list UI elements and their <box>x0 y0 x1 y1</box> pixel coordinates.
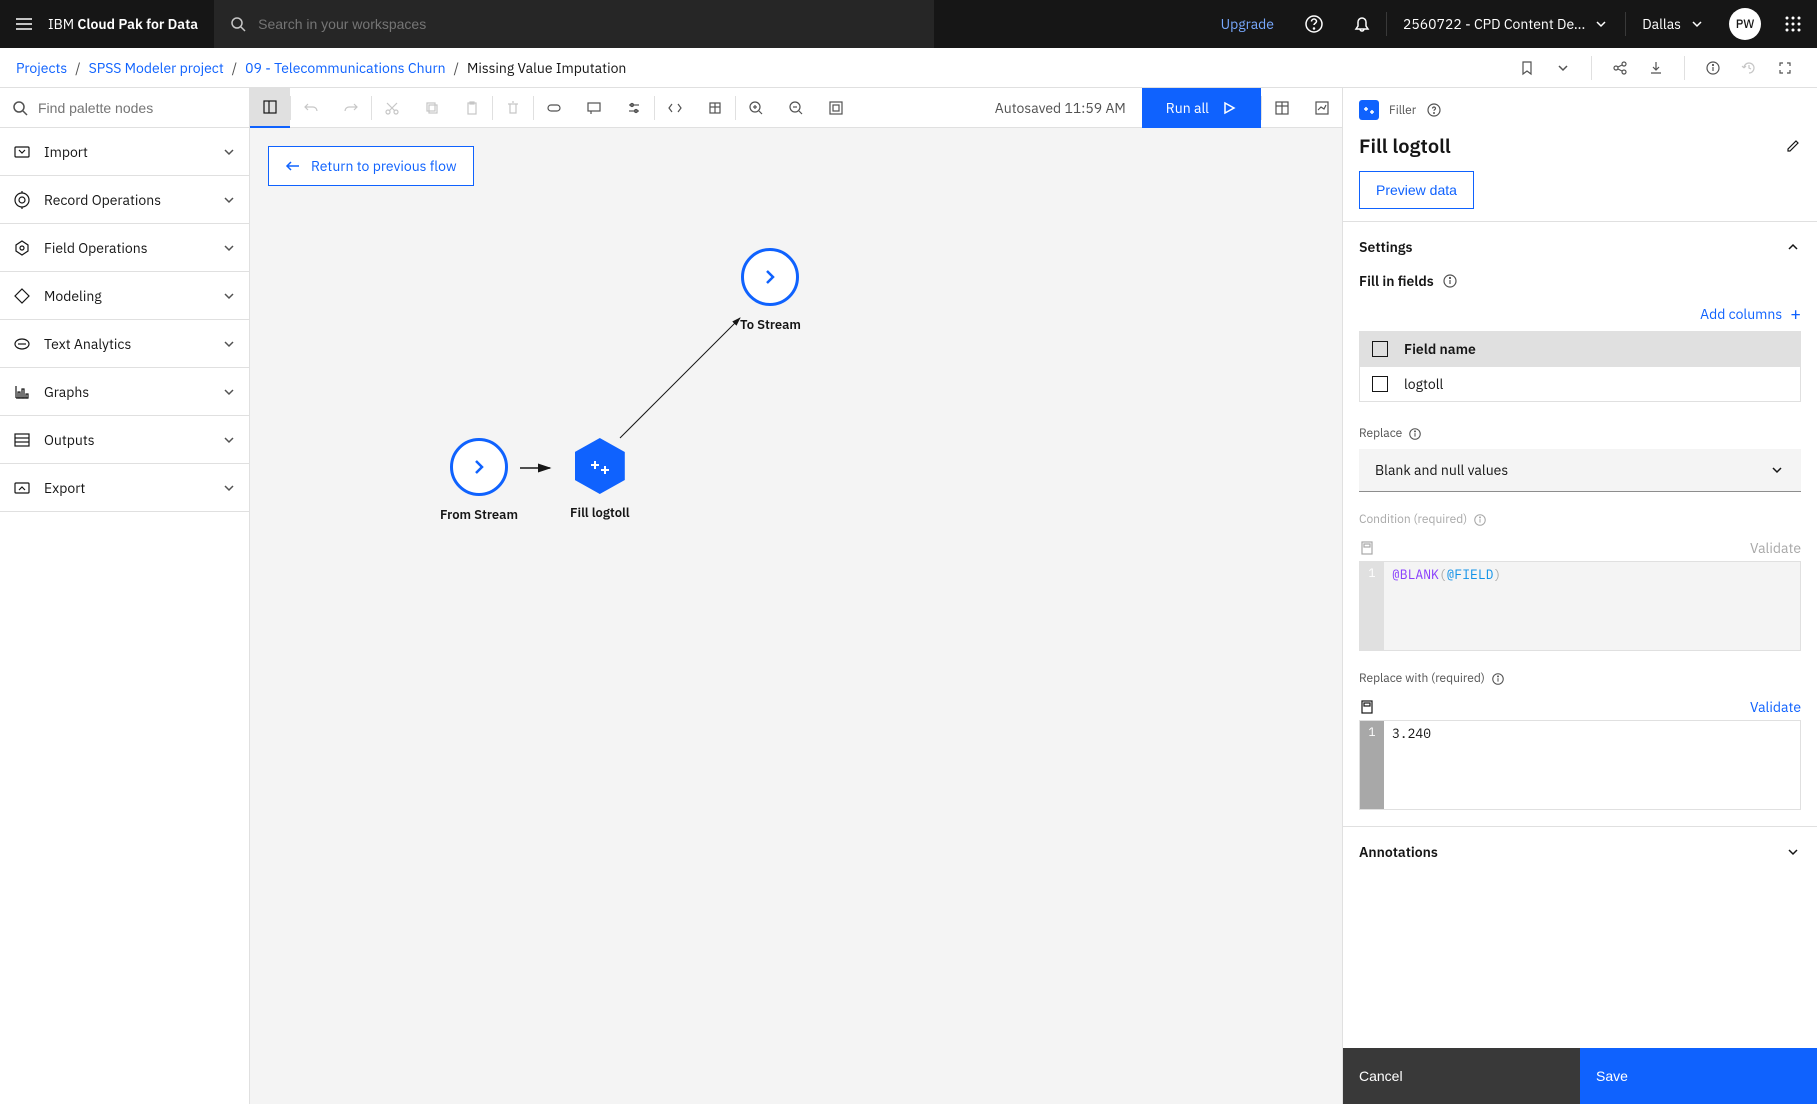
breadcrumb-spss-project[interactable]: SPSS Modeler project <box>89 59 224 77</box>
bookmark-icon[interactable] <box>1511 52 1543 84</box>
info-icon[interactable] <box>1408 427 1422 441</box>
palette-import[interactable]: Import <box>0 128 249 176</box>
palette-graphs[interactable]: Graphs <box>0 368 249 416</box>
menu-icon[interactable] <box>0 0 48 48</box>
help-icon[interactable] <box>1426 102 1442 118</box>
validate-link[interactable]: Validate <box>1750 698 1801 716</box>
palette-text-analytics[interactable]: Text Analytics <box>0 320 249 368</box>
panel-chart-icon[interactable] <box>1302 88 1342 128</box>
save-button[interactable]: Save <box>1580 1048 1817 1104</box>
palette-search[interactable] <box>0 88 249 128</box>
cancel-button[interactable]: Cancel <box>1343 1048 1580 1104</box>
comment-icon[interactable] <box>574 88 614 128</box>
copy-icon[interactable] <box>412 88 452 128</box>
zoom-in-icon[interactable] <box>736 88 776 128</box>
data-icon[interactable] <box>695 88 735 128</box>
supernode-icon[interactable] <box>534 88 574 128</box>
table-row[interactable]: logtoll <box>1360 366 1800 401</box>
palette-search-input[interactable] <box>38 100 237 116</box>
canvas-toolbar: Autosaved 11:59 AM Run all <box>250 88 1342 128</box>
delete-icon[interactable] <box>493 88 533 128</box>
info-icon[interactable] <box>1491 672 1505 686</box>
info-icon[interactable] <box>1697 52 1729 84</box>
palette-outputs[interactable]: Outputs <box>0 416 249 464</box>
calculator-icon <box>1359 540 1375 556</box>
node-type-label: Filler <box>1389 103 1416 118</box>
global-header: IBM Cloud Pak for Data Upgrade 2560722 -… <box>0 0 1817 48</box>
settings-icon[interactable] <box>614 88 654 128</box>
preview-data-button[interactable]: Preview data <box>1359 171 1474 209</box>
filler-badge-icon <box>1359 100 1379 120</box>
fullscreen-icon[interactable] <box>1769 52 1801 84</box>
cut-icon[interactable] <box>372 88 412 128</box>
palette-field-ops[interactable]: Field Operations <box>0 224 249 272</box>
replace-with-editor[interactable]: 1 3.240 <box>1359 720 1801 810</box>
download-icon[interactable] <box>1640 52 1672 84</box>
palette: Import Record Operations Field Operation… <box>0 88 250 1104</box>
info-icon <box>1473 513 1487 527</box>
node-to-stream[interactable]: To Stream <box>740 248 801 333</box>
run-all-button[interactable]: Run all <box>1142 88 1261 128</box>
fit-icon[interactable] <box>816 88 856 128</box>
palette-record-ops[interactable]: Record Operations <box>0 176 249 224</box>
field-name-header: Field name <box>1404 340 1476 358</box>
settings-section-header[interactable]: Settings <box>1359 238 1801 256</box>
history-icon[interactable] <box>1733 52 1765 84</box>
notifications-icon[interactable] <box>1338 0 1386 48</box>
info-icon[interactable] <box>1442 273 1458 289</box>
palette-export[interactable]: Export <box>0 464 249 512</box>
edit-icon[interactable] <box>1785 138 1801 154</box>
palette-toggle-icon[interactable] <box>250 88 290 128</box>
condition-editor: 1 @BLANK(@FIELD) <box>1359 561 1801 651</box>
zoom-out-icon[interactable] <box>776 88 816 128</box>
canvas-area: Autosaved 11:59 AM Run all Return to pre… <box>250 88 1342 1104</box>
redo-icon[interactable] <box>331 88 371 128</box>
breadcrumb: Projects / SPSS Modeler project / 09 - T… <box>0 48 1817 88</box>
node-fill-logtoll[interactable]: Fill logtoll <box>570 438 630 521</box>
breadcrumb-current: Missing Value Imputation <box>467 59 626 77</box>
autosave-status: Autosaved 11:59 AM <box>979 99 1142 117</box>
select-all-checkbox[interactable] <box>1372 341 1388 357</box>
annotations-section-header[interactable]: Annotations <box>1359 843 1801 861</box>
properties-panel: Filler Fill logtoll Preview data Setting… <box>1342 88 1817 1104</box>
share-icon[interactable] <box>1604 52 1636 84</box>
upgrade-link[interactable]: Upgrade <box>1205 15 1290 33</box>
row-checkbox[interactable] <box>1372 376 1388 392</box>
help-icon[interactable] <box>1290 0 1338 48</box>
search-input[interactable] <box>258 16 918 32</box>
paste-icon[interactable] <box>452 88 492 128</box>
validate-link: Validate <box>1750 539 1801 557</box>
breadcrumb-projects[interactable]: Projects <box>16 59 67 77</box>
workspace-menu[interactable]: 2560722 - CPD Content De... <box>1387 15 1625 33</box>
return-button[interactable]: Return to previous flow <box>268 146 474 186</box>
global-search[interactable] <box>214 0 934 48</box>
undo-icon[interactable] <box>291 88 331 128</box>
code-icon[interactable] <box>655 88 695 128</box>
brand: IBM Cloud Pak for Data <box>48 15 214 33</box>
field-table: Field name logtoll <box>1359 331 1801 402</box>
avatar[interactable]: PW <box>1729 8 1761 40</box>
panel-table-icon[interactable] <box>1262 88 1302 128</box>
palette-modeling[interactable]: Modeling <box>0 272 249 320</box>
replace-select[interactable]: Blank and null values <box>1359 449 1801 492</box>
region-menu[interactable]: Dallas <box>1626 15 1721 33</box>
node-from-stream[interactable]: From Stream <box>440 438 518 523</box>
breadcrumb-telecom-churn[interactable]: 09 - Telecommunications Churn <box>245 59 445 77</box>
add-columns-link[interactable]: Add columns + <box>1359 302 1801 325</box>
panel-title: Fill logtoll <box>1359 132 1451 159</box>
apps-icon[interactable] <box>1769 0 1817 48</box>
calculator-icon[interactable] <box>1359 699 1375 715</box>
flow-canvas[interactable]: Return to previous flow From Stream Fill… <box>250 128 1342 1104</box>
chevron-down-icon[interactable] <box>1547 52 1579 84</box>
